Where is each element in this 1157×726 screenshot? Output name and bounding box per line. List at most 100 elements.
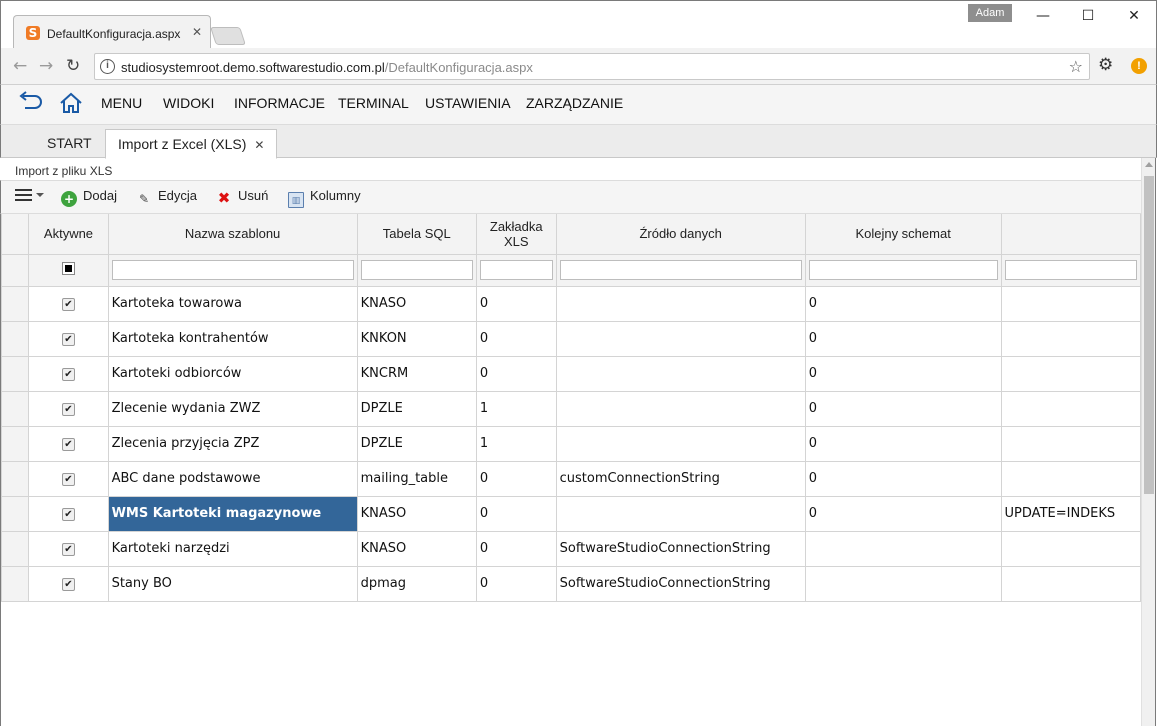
cell-source[interactable] (555, 425, 806, 462)
scroll-up-arrow-icon[interactable] (1145, 162, 1153, 167)
cell-sheet[interactable]: 0 (475, 285, 557, 322)
table-row[interactable]: ✔ ABC dane podstawowe mailing_table 0 custom… (1, 460, 1141, 497)
vertical-scrollbar[interactable] (1141, 158, 1156, 726)
cell-name[interactable]: ABC dane podstawowe (107, 460, 358, 497)
cell-table[interactable]: DPZLE (356, 425, 477, 462)
edit-button[interactable]: ✎ Edycja (136, 188, 197, 207)
cell-extra[interactable] (1000, 425, 1141, 462)
cell-table[interactable]: KNASO (356, 495, 477, 532)
cell-table[interactable]: mailing_table (356, 460, 477, 497)
cell-extra[interactable] (1000, 530, 1141, 567)
cell-sheet[interactable]: 0 (475, 320, 557, 357)
cell-extra[interactable] (1000, 565, 1141, 602)
cell-name[interactable]: Kartoteki odbiorców (107, 355, 358, 392)
filter-input-name[interactable] (111, 260, 354, 280)
cell-extra[interactable] (1000, 285, 1141, 322)
hamburger-menu-button[interactable] (15, 186, 47, 207)
close-tab-icon[interactable]: ✕ (192, 25, 202, 39)
active-checkbox[interactable]: ✔ (61, 473, 75, 486)
cell-name[interactable]: WMS Kartoteki magazynowe (107, 495, 358, 532)
menu-item-widoki[interactable]: WIDOKI (163, 95, 214, 111)
cell-source[interactable] (555, 390, 806, 427)
site-info-icon[interactable]: i (100, 59, 115, 74)
cell-source[interactable] (555, 285, 806, 322)
cell-next[interactable]: 0 (804, 425, 1002, 462)
back-icon[interactable] (17, 91, 43, 119)
columns-button[interactable]: ▥ Kolumny (288, 188, 361, 208)
cell-next[interactable] (804, 565, 1002, 602)
cell-active[interactable]: ✔ (28, 495, 109, 532)
cell-next[interactable]: 0 (804, 320, 1002, 357)
maximize-icon[interactable]: ☐ (1074, 7, 1102, 25)
table-row[interactable]: ✔ Kartoteka towarowa KNASO 0 0 (1, 285, 1141, 322)
filter-input-next[interactable] (808, 260, 998, 280)
cell-table[interactable]: KNASO (356, 530, 477, 567)
filter-input-table[interactable] (360, 260, 473, 280)
cell-source[interactable]: SoftwareStudioConnectionString (555, 565, 806, 602)
cell-sheet[interactable]: 1 (475, 390, 557, 427)
cell-next[interactable]: 0 (804, 460, 1002, 497)
cell-sheet[interactable]: 1 (475, 425, 557, 462)
tab-start[interactable]: START (35, 129, 104, 158)
cell-table[interactable]: dpmag (356, 565, 477, 602)
menu-item-informacje[interactable]: INFORMACJE (234, 95, 325, 111)
col-header-name[interactable]: Nazwa szablonu (107, 214, 358, 255)
cell-sheet[interactable]: 0 (475, 355, 557, 392)
cell-source[interactable]: SoftwareStudioConnectionString (555, 530, 806, 567)
active-checkbox[interactable]: ✔ (61, 578, 75, 591)
cell-name[interactable]: Zlecenia przyjęcia ZPZ (107, 425, 358, 462)
cell-extra[interactable] (1000, 355, 1141, 392)
new-tab-button[interactable] (210, 27, 246, 45)
cell-source[interactable] (555, 355, 806, 392)
cell-next[interactable]: 0 (804, 495, 1002, 532)
col-header-extra[interactable] (1000, 214, 1141, 255)
filter-active[interactable] (28, 253, 109, 287)
minimize-icon[interactable]: — (1029, 7, 1057, 25)
cell-name[interactable]: Stany BO (107, 565, 358, 602)
cell-table[interactable]: KNKON (356, 320, 477, 357)
cell-active[interactable]: ✔ (28, 425, 109, 462)
add-button[interactable]: + Dodaj (61, 188, 117, 207)
menu-item-terminal[interactable]: TERMINAL (338, 95, 409, 111)
cell-table[interactable]: DPZLE (356, 390, 477, 427)
scrollbar-thumb[interactable] (1144, 176, 1154, 494)
filter-input-source[interactable] (559, 260, 802, 280)
cell-extra[interactable] (1000, 320, 1141, 357)
table-row[interactable]: ✔ Zlecenia przyjęcia ZPZ DPZLE 1 0 (1, 425, 1141, 462)
table-row[interactable]: ✔ Stany BO dpmag 0 SoftwareStudioConnectionS… (1, 565, 1141, 602)
cell-active[interactable]: ✔ (28, 530, 109, 567)
menu-item-menu[interactable]: MENU (101, 95, 142, 111)
cell-sheet[interactable]: 0 (475, 565, 557, 602)
active-checkbox[interactable]: ✔ (61, 298, 75, 311)
table-row[interactable]: ✔ Zlecenie wydania ZWZ DPZLE 1 0 (1, 390, 1141, 427)
col-header-sheet[interactable]: Zakładka XLS (475, 214, 557, 255)
col-header-table[interactable]: Tabela SQL (356, 214, 477, 255)
filter-checkbox[interactable] (61, 261, 75, 275)
active-checkbox[interactable]: ✔ (61, 403, 75, 416)
close-window-icon[interactable]: ✕ (1120, 7, 1148, 25)
cell-source[interactable] (555, 495, 806, 532)
active-checkbox[interactable]: ✔ (61, 508, 75, 521)
filter-input-sheet[interactable] (479, 260, 553, 280)
table-row[interactable]: ✔ Kartoteki odbiorców KNCRM 0 0 (1, 355, 1141, 392)
cell-table[interactable]: KNCRM (356, 355, 477, 392)
col-header-source[interactable]: Źródło danych (555, 214, 806, 255)
active-checkbox[interactable]: ✔ (61, 368, 75, 381)
warning-icon[interactable]: ! (1131, 58, 1147, 74)
settings-gear-icon[interactable]: ⚙ (1098, 55, 1113, 75)
cell-active[interactable]: ✔ (28, 355, 109, 392)
cell-active[interactable]: ✔ (28, 460, 109, 497)
browser-tab[interactable]: S DefaultKonfiguracja.aspx ✕ (13, 15, 211, 49)
cell-sheet[interactable]: 0 (475, 530, 557, 567)
cell-sheet[interactable]: 0 (475, 495, 557, 532)
close-icon[interactable]: ✕ (254, 138, 264, 152)
table-row[interactable]: ✔ Kartoteka kontrahentów KNKON 0 0 (1, 320, 1141, 357)
cell-source[interactable] (555, 320, 806, 357)
cell-active[interactable]: ✔ (28, 320, 109, 357)
cell-source[interactable]: customConnectionString (555, 460, 806, 497)
cell-name[interactable]: Kartoteki narzędzi (107, 530, 358, 567)
table-row[interactable]: ✔ WMS Kartoteki magazynowe KNASO 0 0 UPDATE=I… (1, 495, 1141, 532)
cell-next[interactable]: 0 (804, 355, 1002, 392)
cell-extra[interactable] (1000, 390, 1141, 427)
active-checkbox[interactable]: ✔ (61, 543, 75, 556)
